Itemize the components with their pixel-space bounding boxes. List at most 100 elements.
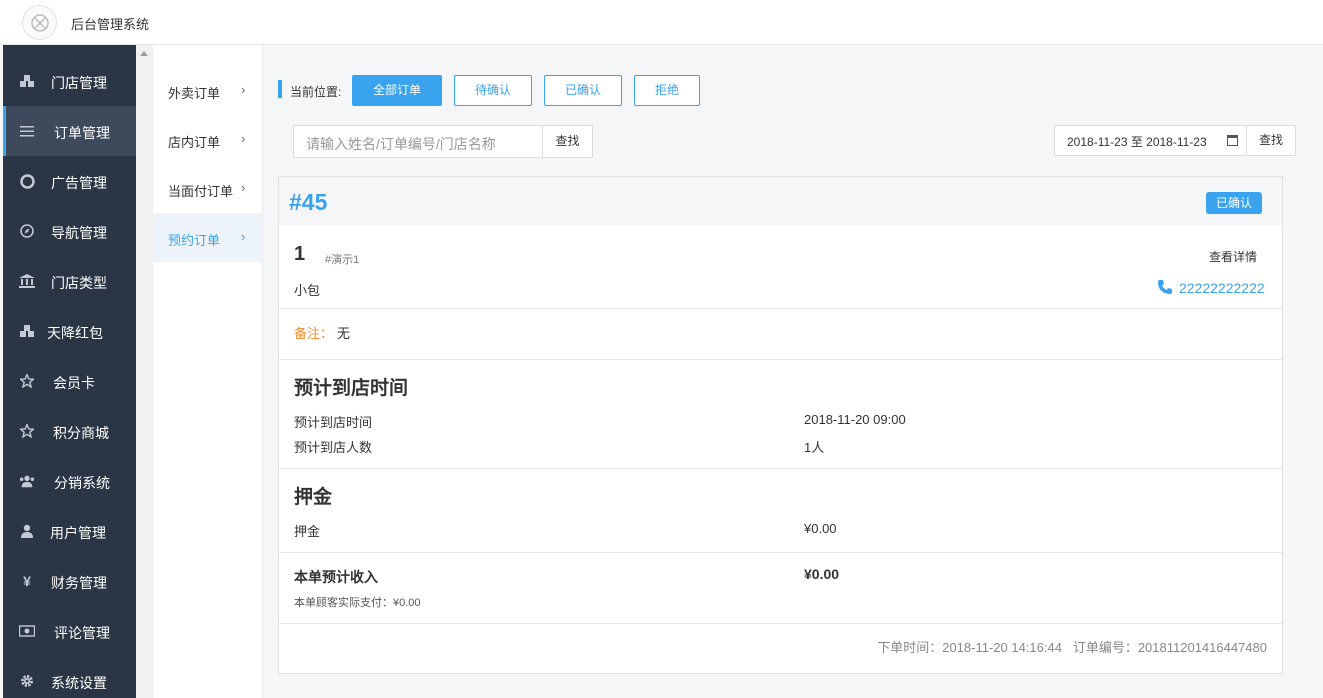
submenu-item-dine-in[interactable]: 店内订单 › [153,115,262,164]
divider [279,468,1282,469]
filter-all-button[interactable]: 全部订单 [352,75,442,106]
phone-link[interactable]: 22222222222 [1157,279,1265,298]
divider [279,623,1282,624]
submenu-label: 预约订单 [168,233,221,248]
scroll-up-arrow-icon[interactable] [140,51,148,56]
nav-item-orders[interactable]: 订单管理 [3,106,136,156]
yen-icon: ¥ [23,573,31,589]
chevron-right-icon: › [241,82,246,97]
customer-name: 小包 [294,283,321,298]
sidebar-scrollbar[interactable] [136,45,153,698]
income-value: ¥0.00 [804,566,840,582]
order-card: #45 已确认 1 #演示1 小包 查看详情 22222222222 备注： 无… [278,176,1283,674]
star-icon [19,423,35,439]
nav-item-distribution[interactable]: 分销系统 [3,456,136,506]
order-submenu: 外卖订单 › 店内订单 › 当面付订单 › 预约订单 › [153,45,263,698]
cubes-icon [19,73,35,89]
actual-payment-note: 本单顾客实际支付：¥0.00 [294,597,421,609]
remark-label: 备注： [294,326,334,341]
nav-label: 分销系统 [54,475,110,491]
chevron-right-icon: › [241,180,246,195]
filter-rejected-button[interactable]: 拒绝 [634,75,700,106]
divider [279,552,1282,553]
nav-label: 门店类型 [51,275,107,291]
nav-item-points-mall[interactable]: 积分商城 [3,406,136,456]
order-time: 下单时间：2018-11-20 14:16:44 [877,640,1062,655]
submenu-label: 外卖订单 [168,86,221,101]
lifebuoy-icon [19,173,35,189]
list-icon [19,123,35,139]
divider [279,359,1282,360]
logo-icon [31,14,49,32]
nav-label: 导航管理 [51,225,107,241]
nav-item-finance[interactable]: ¥ 财务管理 [3,556,136,606]
nav-label: 积分商城 [53,425,109,441]
top-bar: 后台管理系统 [0,0,1323,45]
nav-label: 会员卡 [53,375,95,391]
phone-number: 22222222222 [1179,280,1265,296]
arrival-people-label: 预计到店人数 [294,440,373,455]
nav-label: 用户管理 [50,525,106,541]
deposit-label: 押金 [294,524,321,539]
divider [279,308,1282,309]
calendar-icon[interactable] [1227,135,1238,146]
bank-icon [19,273,35,289]
order-meta: 下单时间：2018-11-20 14:16:44 订单编号：2018112014… [877,637,1267,656]
arrival-people-value: 1人 [804,440,825,455]
arrival-time-value: 2018-11-20 09:00 [804,412,906,427]
filter-pending-button[interactable]: 待确认 [454,75,532,106]
chevron-right-icon: › [241,229,246,244]
nav-label: 系统设置 [51,675,107,691]
nav-item-navigation[interactable]: 导航管理 [3,206,136,256]
nav-item-comments[interactable]: 评论管理 [3,606,136,656]
nav-item-red-packet[interactable]: 天降红包 [3,306,136,356]
filter-confirmed-button[interactable]: 已确认 [544,75,622,106]
submenu-item-face-pay[interactable]: 当面付订单 › [153,164,262,213]
gear-icon [19,673,35,689]
nav-item-ads[interactable]: 广告管理 [3,156,136,206]
date-search-button[interactable]: 查找 [1246,125,1296,156]
income-label: 本单预计收入 [294,569,378,585]
arrival-section-title: 预计到店时间 [294,378,409,399]
nav-label: 评论管理 [54,625,110,641]
nav-label: 天降红包 [47,325,103,341]
submenu-label: 当面付订单 [168,184,234,199]
star-icon [19,373,35,389]
chevron-right-icon: › [241,131,246,146]
logo[interactable] [22,5,57,40]
view-details-link[interactable]: 查看详情 [1209,248,1257,265]
nav-label: 广告管理 [51,175,107,191]
nav-item-store-type[interactable]: 门店类型 [3,256,136,306]
deposit-value: ¥0.00 [804,521,837,536]
order-number: #45 [289,189,328,215]
money-icon [19,623,35,639]
arrival-time-label: 预计到店时间 [294,415,373,430]
nav-label: 订单管理 [54,125,110,141]
user-icon [19,523,35,539]
nav-item-settings[interactable]: 系统设置 [3,656,136,698]
breadcrumb: 当前位置: [290,85,342,99]
remark-value: 无 [337,326,351,341]
submenu-item-takeout[interactable]: 外卖订单 › [153,66,262,115]
submenu-item-reservation[interactable]: 预约订单 › [153,213,262,262]
phone-icon [1157,279,1173,298]
order-code: 订单编号：201811201416447480 [1072,640,1267,655]
customer-number: 1 [294,243,306,265]
users-icon [19,473,35,489]
cubes-icon [19,323,35,339]
nav-item-member-card[interactable]: 会员卡 [3,356,136,406]
nav-item-users[interactable]: 用户管理 [3,506,136,556]
date-range-text: 2018-11-23 至 2018-11-23 [1067,135,1207,149]
compass-icon [19,223,35,239]
customer-tag: #演示1 [325,254,360,266]
deposit-section-title: 押金 [294,487,333,508]
order-card-header: #45 已确认 [279,177,1282,225]
breadcrumb-marker [278,80,282,98]
date-range-input[interactable]: 2018-11-23 至 2018-11-23 [1054,125,1247,156]
nav-label: 财务管理 [51,575,107,591]
submenu-label: 店内订单 [168,135,221,150]
search-button[interactable]: 查找 [543,125,593,158]
search-input[interactable]: 请输入姓名/订单编号/门店名称 [293,125,543,158]
app-title: 后台管理系统 [71,17,150,32]
nav-item-store[interactable]: 门店管理 [3,56,136,106]
